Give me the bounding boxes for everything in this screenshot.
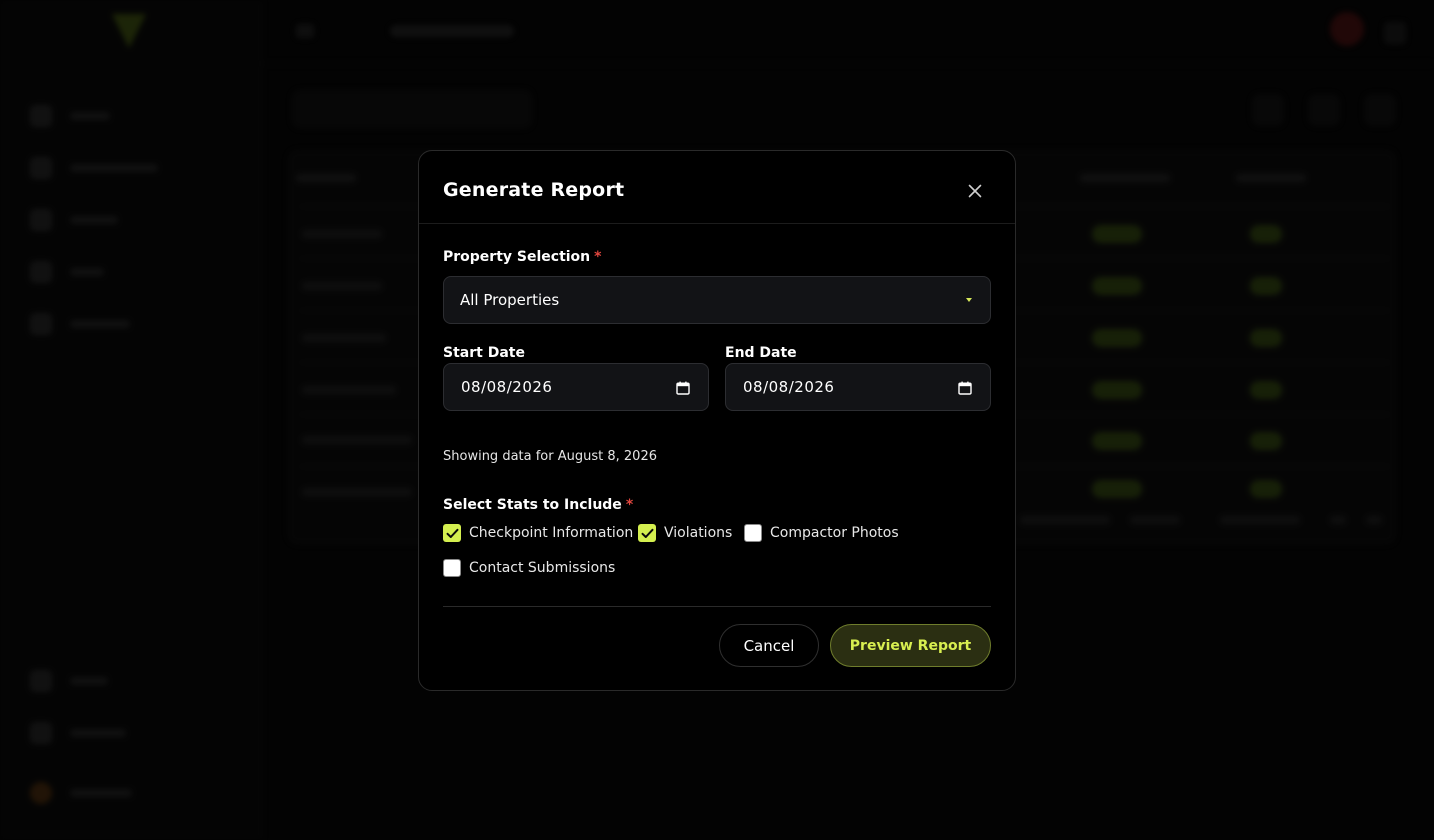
close-icon bbox=[968, 184, 982, 198]
property-selection-label: Property Selection * bbox=[443, 249, 601, 265]
checkbox-box[interactable] bbox=[443, 524, 461, 542]
close-button[interactable] bbox=[963, 179, 987, 203]
start-date-input[interactable]: 08/08/2026 bbox=[443, 363, 709, 411]
checkbox-label: Contact Submissions bbox=[469, 560, 616, 576]
generate-report-modal: Generate Report Property Selection * All … bbox=[418, 150, 1016, 691]
end-date-value: 08/08/2026 bbox=[743, 378, 835, 396]
checkmark-icon bbox=[446, 528, 458, 538]
checkbox-box[interactable] bbox=[443, 559, 461, 577]
start-date-value: 08/08/2026 bbox=[461, 378, 553, 396]
end-date-input[interactable]: 08/08/2026 bbox=[725, 363, 991, 411]
checkbox-label: Violations bbox=[664, 525, 733, 541]
checkbox-box[interactable] bbox=[638, 524, 656, 542]
stats-label-text: Select Stats to Include bbox=[443, 497, 622, 513]
checkbox-label: Compactor Photos bbox=[770, 525, 899, 541]
chevron-down-icon bbox=[966, 298, 972, 302]
end-date-label: End Date bbox=[725, 345, 797, 361]
footer-divider bbox=[443, 606, 991, 607]
property-selection-label-text: Property Selection bbox=[443, 249, 591, 265]
checkmark-icon bbox=[641, 528, 653, 538]
calendar-icon[interactable] bbox=[958, 381, 972, 395]
checkbox-contact-submissions[interactable]: Contact Submissions bbox=[443, 559, 615, 577]
preview-report-button[interactable]: Preview Report bbox=[830, 624, 991, 667]
stats-label: Select Stats to Include * bbox=[443, 497, 633, 513]
required-mark: * bbox=[594, 249, 602, 265]
checkbox-compactor-photos[interactable]: Compactor Photos bbox=[744, 524, 899, 542]
date-summary: Showing data for August 8, 2026 bbox=[443, 449, 657, 464]
calendar-icon[interactable] bbox=[676, 381, 690, 395]
required-mark: * bbox=[625, 497, 634, 513]
checkbox-label: Checkpoint Information bbox=[469, 525, 634, 541]
property-select-value: All Properties bbox=[460, 291, 560, 309]
checkbox-violations[interactable]: Violations bbox=[638, 524, 732, 542]
checkbox-checkpoint-information[interactable]: Checkpoint Information bbox=[443, 524, 633, 542]
modal-header: Generate Report bbox=[419, 151, 1015, 224]
start-date-label: Start Date bbox=[443, 345, 525, 361]
cancel-button[interactable]: Cancel bbox=[719, 624, 819, 667]
property-select[interactable]: All Properties bbox=[443, 276, 991, 324]
modal-title: Generate Report bbox=[443, 179, 625, 201]
checkbox-box[interactable] bbox=[744, 524, 762, 542]
